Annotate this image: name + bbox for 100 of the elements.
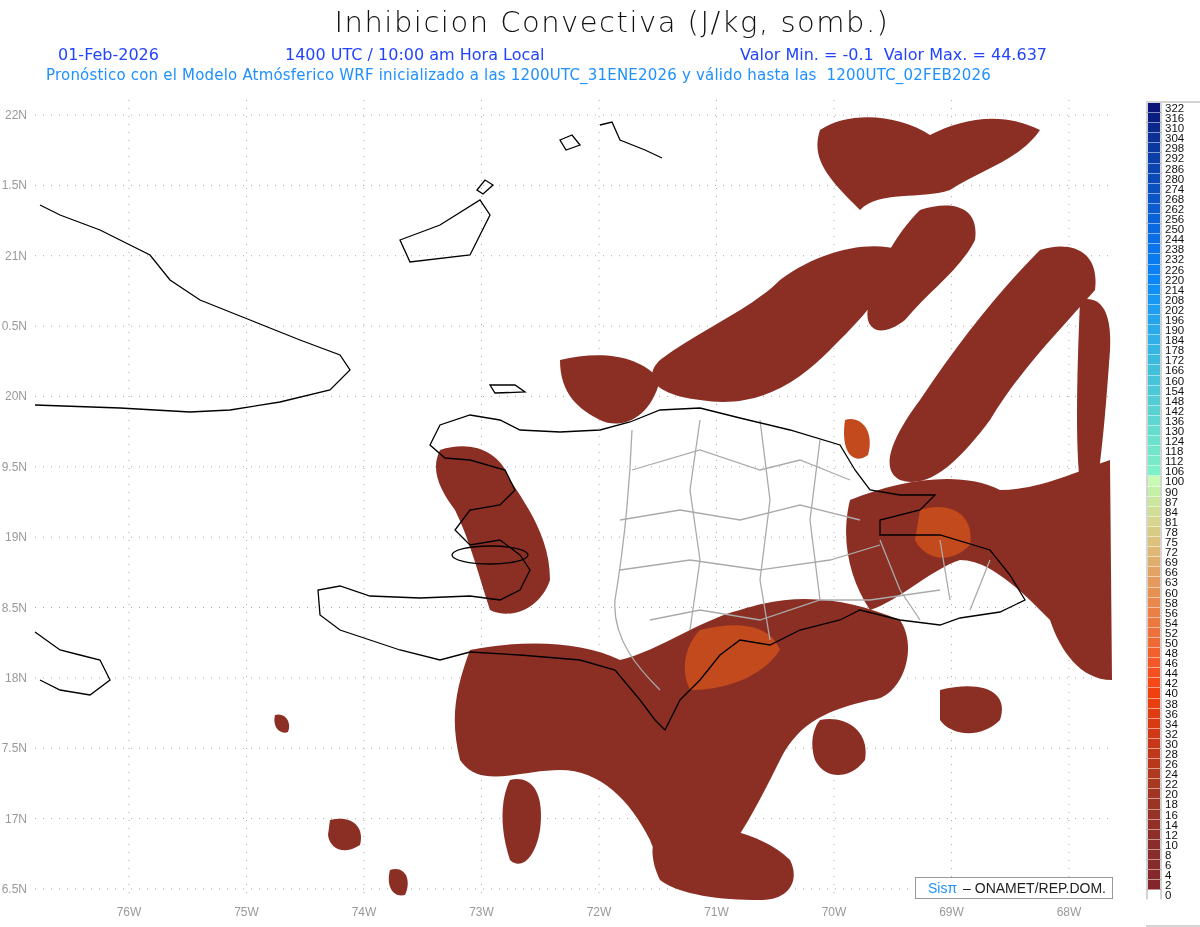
- legend-label: 75: [1165, 537, 1178, 548]
- legend-label: 54: [1165, 617, 1178, 628]
- legend-label: 124: [1165, 436, 1185, 447]
- legend-label: 148: [1165, 395, 1185, 406]
- legend-label: 256: [1165, 214, 1185, 225]
- legend-label: 238: [1165, 244, 1185, 255]
- latitude-label: 19N: [5, 530, 27, 545]
- legend-label: 16: [1165, 809, 1178, 820]
- legend-label: 178: [1165, 345, 1185, 356]
- longitude-label: 71W: [704, 905, 729, 919]
- legend-label: 250: [1165, 224, 1185, 235]
- legend-label: 34: [1165, 718, 1178, 729]
- legend-label: 50: [1165, 637, 1178, 649]
- longitude-label: 76W: [116, 905, 142, 919]
- legend-label: 69: [1165, 557, 1178, 568]
- credit-label: – ONAMET/REP.DOM.: [963, 880, 1106, 896]
- legend-label: 316: [1165, 113, 1185, 124]
- legend-label: 90: [1165, 486, 1178, 497]
- latitude-label: 18N: [5, 670, 27, 685]
- legend-label: 63: [1165, 577, 1178, 588]
- chart-title: Inhibicion Convectiva (J/kg, somb.): [334, 4, 890, 41]
- longitude-label: 75W: [234, 905, 259, 919]
- legend-label: 274: [1165, 183, 1185, 194]
- legend-label: 40: [1165, 688, 1178, 699]
- legend-label: 56: [1165, 607, 1178, 618]
- legend-label: 36: [1165, 708, 1178, 719]
- legend-label: 28: [1165, 749, 1178, 760]
- forecast-time: 1400 UTC / 10:00 am Hora Local: [285, 45, 546, 65]
- legend-label: 60: [1165, 587, 1178, 598]
- legend-label: 160: [1165, 375, 1185, 386]
- latitude-label: 7.5N: [1, 741, 27, 756]
- legend-label: 22: [1165, 779, 1178, 790]
- legend-label: 81: [1165, 516, 1178, 527]
- longitude-label: 72W: [586, 905, 612, 919]
- legend-label: 66: [1165, 567, 1178, 578]
- legend-label: 322: [1165, 103, 1185, 114]
- legend-label: 214: [1165, 284, 1185, 295]
- legend-label: 184: [1165, 335, 1185, 346]
- legend-label: 2: [1165, 880, 1172, 891]
- legend-label: 8: [1165, 849, 1172, 861]
- model-description: Pronóstico con el Modelo Atmósferico WRF inicializado a las 1200UTC_31ENE2026 y válido hasta las 1200UTC_02FEB2026: [46, 65, 993, 85]
- legend-label: 262: [1165, 203, 1185, 215]
- legend-label: 208: [1165, 294, 1185, 305]
- latitude-label: 0.5N: [1, 319, 27, 334]
- legend-label: 136: [1165, 415, 1185, 426]
- legend-label: 78: [1165, 526, 1178, 538]
- legend-label: 280: [1165, 173, 1185, 184]
- legend-label: 286: [1165, 163, 1185, 174]
- legend-label: 106: [1165, 466, 1185, 477]
- legend-label: 310: [1165, 123, 1185, 134]
- latitude-label: 1.5N: [1, 178, 27, 193]
- legend-label: 52: [1165, 627, 1178, 638]
- legend-label: 46: [1165, 658, 1178, 669]
- legend-label: 154: [1165, 385, 1185, 396]
- latitude-label: 21N: [5, 248, 27, 263]
- legend-label: 0: [1165, 890, 1172, 901]
- legend-label: 12: [1165, 829, 1178, 840]
- legend-label: 292: [1165, 153, 1185, 164]
- legend-label: 44: [1165, 668, 1178, 679]
- legend-label: 190: [1165, 325, 1185, 336]
- legend-label: 118: [1165, 446, 1184, 457]
- legend-label: 18: [1165, 799, 1178, 810]
- legend-label: 172: [1165, 355, 1185, 366]
- legend-label: 130: [1165, 426, 1185, 437]
- latitude-label: 6.5N: [1, 881, 27, 896]
- legend-label: 48: [1165, 648, 1178, 659]
- legend-label: 142: [1165, 405, 1185, 416]
- legend-label: 20: [1165, 789, 1178, 800]
- legend-label: 304: [1165, 133, 1185, 144]
- legend-label: 24: [1165, 769, 1178, 780]
- legend-label: 6: [1165, 860, 1172, 871]
- legend-label: 38: [1165, 698, 1178, 709]
- legend-label: 196: [1165, 314, 1185, 326]
- latitude-label: 22N: [5, 108, 27, 122]
- legend-label: 298: [1165, 143, 1185, 154]
- latitude-label: 9.5N: [1, 459, 27, 474]
- legend-label: 32: [1165, 728, 1178, 739]
- legend-label: 166: [1165, 365, 1185, 376]
- legend-label: 26: [1165, 759, 1178, 770]
- legend-label: 202: [1165, 304, 1185, 315]
- legend-label: 4: [1165, 870, 1172, 881]
- legend-label: 10: [1165, 839, 1178, 850]
- legend-label: 112: [1165, 456, 1184, 467]
- legend-label: 72: [1165, 547, 1178, 558]
- value-range: Valor Min. = -0.1 Valor Max. = 44.637: [740, 45, 1047, 65]
- longitude-label: 69W: [939, 905, 964, 919]
- longitude-label: 68W: [1056, 905, 1082, 919]
- legend-label: 84: [1165, 506, 1178, 517]
- legend-label: 232: [1165, 254, 1185, 265]
- latitude-label: 8.5N: [1, 600, 27, 615]
- legend-label: 268: [1165, 193, 1185, 204]
- latitude-label: 17N: [5, 811, 27, 826]
- legend-label: 58: [1165, 597, 1178, 608]
- legend-label: 100: [1165, 476, 1185, 487]
- legend-label: 14: [1165, 819, 1178, 830]
- longitude-label: 70W: [821, 905, 847, 919]
- legend-label: 87: [1165, 496, 1178, 507]
- legend-label: 42: [1165, 678, 1178, 689]
- brand-label: Sisπ: [928, 880, 958, 896]
- legend-label: 220: [1165, 274, 1185, 285]
